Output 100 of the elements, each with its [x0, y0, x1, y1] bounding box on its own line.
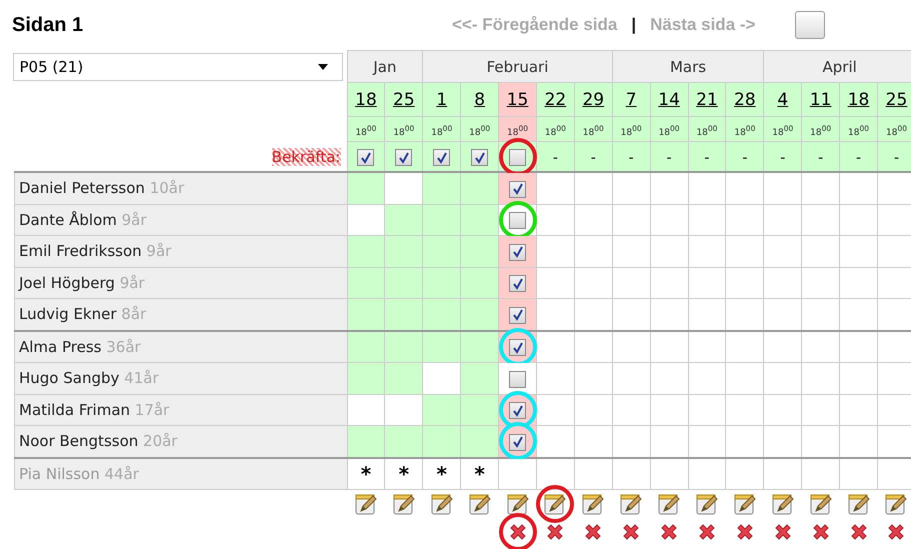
member-age: 9år [122, 210, 147, 229]
time-label: 18$^{00}$ [393, 128, 414, 138]
confirm-label: Bekräfta: [272, 148, 340, 166]
edit-note-icon[interactable] [658, 493, 680, 515]
time-label: 18$^{00}$ [431, 128, 452, 138]
time-label: 18$^{00}$ [886, 128, 907, 138]
date-link[interactable]: 28 [734, 90, 756, 110]
delete-icon[interactable] [886, 522, 906, 542]
member-age: 17år [134, 400, 170, 419]
checkbox[interactable] [509, 212, 526, 230]
edit-note-icon[interactable] [392, 493, 415, 515]
group-dropdown[interactable]: P05 (21) [12, 52, 342, 80]
time-label: 18$^{00}$ [355, 128, 376, 138]
edit-note-icon[interactable] [544, 493, 566, 515]
member-name: Joel Högberg 9år [14, 267, 347, 298]
time-label: 18$^{00}$ [620, 128, 642, 138]
date-link[interactable]: 21 [696, 90, 718, 110]
date-link[interactable]: 7 [626, 90, 637, 110]
delete-icon[interactable] [848, 522, 869, 542]
time-label: 18$^{00}$ [469, 128, 490, 138]
date-link[interactable]: 11 [810, 90, 832, 110]
dash-mark: - [856, 150, 862, 166]
time-label: 18$^{00}$ [696, 128, 718, 138]
member-name: Daniel Petersson 10år [14, 172, 347, 204]
edit-note-icon[interactable] [468, 493, 491, 515]
dash-mark: - [628, 150, 634, 166]
date-link[interactable]: 18 [355, 90, 377, 110]
delete-icon[interactable] [659, 522, 680, 542]
member-name: Alma Press 36år [14, 330, 347, 362]
delete-icon[interactable] [810, 522, 831, 542]
date-link[interactable]: 25 [886, 90, 908, 110]
dash-mark: - [894, 150, 900, 166]
edit-note-icon[interactable] [430, 493, 453, 515]
date-link[interactable]: 4 [777, 90, 788, 110]
asterisk: * [474, 462, 485, 486]
delete-icon[interactable] [545, 522, 566, 542]
member-age: 8år [121, 305, 146, 324]
page-title: Sidan 1 [12, 14, 84, 36]
time-label: 18$^{00}$ [848, 128, 870, 138]
checkbox[interactable] [509, 306, 526, 324]
delete-icon[interactable] [696, 522, 717, 542]
toolbar-button[interactable] [795, 11, 826, 39]
time-label: 18$^{00}$ [544, 128, 566, 138]
edit-note-icon[interactable] [734, 493, 756, 515]
member-age: 20år [143, 432, 178, 450]
checkbox[interactable] [509, 339, 526, 356]
dash-mark: - [552, 150, 558, 166]
asterisk: * [360, 462, 372, 486]
date-link[interactable]: 15 [506, 90, 528, 110]
edit-note-icon[interactable] [620, 493, 642, 515]
checkbox[interactable] [509, 275, 526, 292]
delete-icon[interactable] [508, 522, 528, 542]
edit-note-icon[interactable] [848, 493, 870, 515]
edit-note-icon[interactable] [772, 493, 794, 515]
edit-note-icon[interactable] [354, 493, 377, 515]
member-age: 9år [146, 242, 172, 260]
date-link[interactable]: 18 [848, 90, 870, 110]
member-name: Matilda Friman 17år [14, 394, 347, 426]
member-age: 10år [150, 179, 184, 198]
month-header: Mars [612, 50, 764, 82]
delete-icon[interactable] [621, 522, 642, 542]
time-label: 18$^{00}$ [810, 128, 832, 138]
nav-separator: | [631, 15, 636, 35]
checkbox[interactable] [471, 149, 488, 166]
delete-icon[interactable] [772, 522, 793, 542]
dash-mark: - [704, 150, 710, 166]
member-name: Emil Fredriksson 9år [14, 236, 347, 267]
dash-mark: - [742, 150, 748, 166]
delete-icon[interactable] [583, 522, 604, 542]
checkbox[interactable] [509, 149, 526, 166]
date-link[interactable]: 29 [582, 90, 604, 110]
edit-note-icon[interactable] [810, 493, 832, 515]
month-header: Jan [347, 50, 423, 82]
dash-mark: - [780, 150, 786, 166]
checkbox[interactable] [395, 149, 412, 166]
member-age: 36år [106, 338, 141, 356]
dash-mark: - [590, 150, 596, 166]
edit-note-icon[interactable] [885, 493, 908, 515]
checkbox[interactable] [509, 370, 526, 388]
edit-note-icon[interactable] [506, 493, 528, 515]
edit-note-icon[interactable] [582, 493, 604, 515]
checkbox[interactable] [357, 149, 374, 166]
member-name: Hugo Sangby 41år [14, 362, 347, 394]
time-label: 18$^{00}$ [734, 128, 756, 138]
checkbox[interactable] [509, 434, 526, 451]
member-age: 9år [120, 274, 145, 292]
checkbox[interactable] [509, 402, 526, 420]
dash-mark: - [818, 150, 824, 166]
edit-note-icon[interactable] [696, 493, 718, 515]
date-link[interactable]: 22 [544, 90, 566, 110]
member-name: Ludvig Ekner 8år [14, 298, 347, 330]
member-name: Pia Nilsson 44år [14, 458, 347, 490]
date-link[interactable]: 1 [436, 90, 448, 110]
checkbox[interactable] [433, 149, 450, 166]
date-link[interactable]: 25 [393, 90, 415, 110]
checkbox[interactable] [509, 180, 526, 198]
date-link[interactable]: 14 [658, 90, 680, 110]
checkbox[interactable] [509, 244, 526, 261]
date-link[interactable]: 8 [474, 90, 486, 110]
delete-icon[interactable] [734, 522, 755, 542]
